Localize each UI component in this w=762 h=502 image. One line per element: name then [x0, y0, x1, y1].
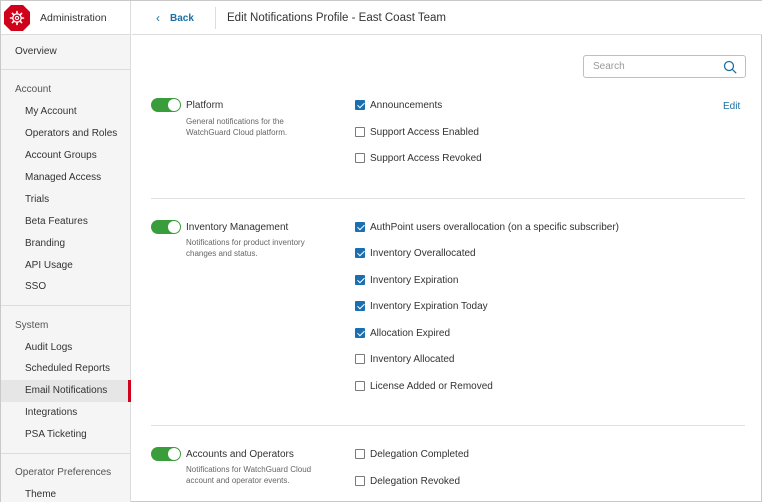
sidebar-item-managed-access[interactable]: Managed Access — [1, 167, 131, 189]
checkbox-unchecked[interactable] — [355, 449, 365, 459]
group-title-accounts-and-operators: Accounts and Operators — [186, 449, 294, 460]
search-input[interactable] — [584, 56, 714, 77]
sidebar: Administration Overview Account My Accou… — [1, 1, 131, 502]
option-support-access-enabled[interactable]: Support Access Enabled — [355, 125, 479, 139]
sidebar-item-audit-logs[interactable]: Audit Logs — [1, 337, 131, 359]
option-label: Support Access Enabled — [370, 126, 479, 138]
sidebar-item-my-account[interactable]: My Account — [1, 101, 131, 123]
option-inventory-expiration-today[interactable]: Inventory Expiration Today — [355, 299, 488, 313]
back-button[interactable]: ‹ Back — [156, 1, 194, 35]
option-license-added-or-removed[interactable]: License Added or Removed — [355, 379, 493, 393]
administration-gear-logo-icon — [2, 3, 32, 33]
sidebar-item-integrations[interactable]: Integrations — [1, 402, 131, 424]
option-label: Inventory Expiration Today — [370, 300, 488, 312]
option-inventory-expiration[interactable]: Inventory Expiration — [355, 273, 458, 287]
checkbox-unchecked[interactable] — [355, 153, 365, 163]
sidebar-title: Administration — [40, 11, 107, 24]
option-label: AuthPoint users overallocation (on a spe… — [370, 221, 620, 233]
option-label: Support Access Revoked — [370, 152, 482, 164]
sidebar-item-theme[interactable]: Theme — [1, 484, 131, 502]
sidebar-section-operator-preferences: Operator Preferences — [15, 467, 112, 478]
option-label: Delegation Revoked — [370, 475, 461, 487]
sidebar-item-account-groups[interactable]: Account Groups — [1, 145, 131, 167]
sidebar-item-beta-features[interactable]: Beta Features — [1, 211, 131, 233]
option-allocation-expired[interactable]: Allocation Expired — [355, 326, 450, 340]
sidebar-item-psa-ticketing[interactable]: PSA Ticketing — [1, 424, 131, 446]
chevron-left-icon: ‹ — [156, 11, 160, 25]
checkbox-checked[interactable] — [355, 328, 365, 338]
option-inventory-overallocated[interactable]: Inventory Overallocated — [355, 246, 476, 260]
search-box — [583, 55, 746, 78]
group-description-inventory-management: Notifications for product inventory chan… — [186, 238, 305, 258]
checkbox-checked[interactable] — [355, 301, 365, 311]
checkbox-unchecked[interactable] — [355, 476, 365, 486]
option-label: Inventory Expiration — [370, 274, 459, 286]
sidebar-divider — [1, 69, 131, 70]
option-delegation-completed[interactable]: Delegation Completed — [355, 447, 469, 461]
platform-toggle[interactable] — [151, 98, 181, 112]
checkbox-unchecked[interactable] — [355, 381, 365, 391]
checkbox-checked[interactable] — [355, 248, 365, 258]
option-label: License Added or Removed — [370, 380, 493, 392]
group-title-platform: Platform — [186, 100, 224, 111]
sidebar-section-system: System — [15, 320, 49, 331]
sidebar-divider — [1, 305, 131, 306]
option-support-access-revoked[interactable]: Support Access Revoked — [355, 151, 482, 165]
topbar-divider — [215, 7, 216, 29]
search-icon[interactable] — [723, 60, 737, 74]
option-label: Allocation Expired — [370, 327, 451, 339]
option-announcements[interactable]: Announcements — [355, 98, 442, 112]
sidebar-item-operators-and-roles[interactable]: Operators and Roles — [1, 123, 131, 145]
checkbox-unchecked[interactable] — [355, 127, 365, 137]
option-label: Delegation Completed — [370, 448, 469, 460]
option-authpoint-overallocation[interactable]: AuthPoint users overallocation (on a spe… — [355, 220, 619, 234]
option-label: Inventory Overallocated — [370, 247, 476, 259]
checkbox-unchecked[interactable] — [355, 354, 365, 364]
accounts-and-operators-toggle[interactable] — [151, 447, 181, 461]
sidebar-item-email-notifications[interactable]: Email Notifications — [1, 380, 131, 402]
checkbox-checked[interactable] — [355, 275, 365, 285]
sidebar-item-api-usage[interactable]: API Usage — [1, 255, 131, 277]
sidebar-item-overview[interactable]: Overview — [1, 41, 131, 63]
group-description-platform: General notifications for the WatchGuard… — [186, 117, 288, 137]
sidebar-item-branding[interactable]: Branding — [1, 233, 131, 255]
section-divider — [151, 425, 745, 426]
page-title: Edit Notifications Profile - East Coast … — [227, 12, 447, 24]
sidebar-divider — [1, 453, 131, 454]
back-label: Back — [170, 12, 194, 24]
top-bar: ‹ Back Edit Notifications Profile - East… — [132, 1, 762, 35]
sidebar-header: Administration — [1, 1, 130, 35]
sidebar-section-account: Account — [15, 84, 52, 95]
edit-link[interactable]: Edit — [723, 101, 740, 112]
group-title-inventory-management: Inventory Management — [186, 222, 289, 233]
option-inventory-allocated[interactable]: Inventory Allocated — [355, 352, 455, 366]
sidebar-item-trials[interactable]: Trials — [1, 189, 131, 211]
sidebar-item-sso[interactable]: SSO — [1, 276, 131, 298]
checkbox-checked[interactable] — [355, 100, 365, 110]
option-label: Inventory Allocated — [370, 353, 455, 365]
checkbox-checked[interactable] — [355, 222, 365, 232]
section-divider — [151, 198, 745, 199]
option-label: Announcements — [370, 99, 443, 111]
app-window: Administration Overview Account My Accou… — [0, 0, 762, 502]
option-delegation-revoked[interactable]: Delegation Revoked — [355, 474, 460, 488]
inventory-management-toggle[interactable] — [151, 220, 181, 234]
sidebar-item-scheduled-reports[interactable]: Scheduled Reports — [1, 358, 131, 380]
group-description-accounts-and-operators: Notifications for WatchGuard Cloud accou… — [186, 465, 312, 485]
